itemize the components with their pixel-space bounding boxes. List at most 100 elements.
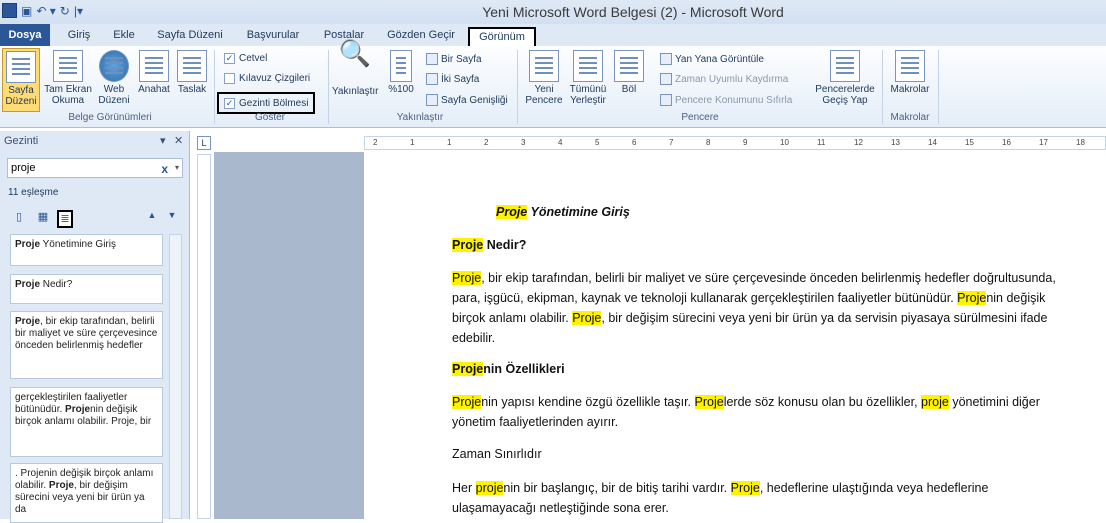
search-highlight: proje	[921, 395, 949, 409]
reset-position-icon	[660, 94, 672, 106]
doc-paragraph-2: Projenin yapısı kendine özgü özellikle t…	[452, 392, 1062, 432]
yeni-pencere-button[interactable]: Yeni Pencere	[522, 48, 566, 106]
ruler-tick-label: 3	[521, 138, 526, 147]
ruler-tick-label: 6	[632, 138, 637, 147]
ruler-tick-label: 18	[1076, 138, 1085, 147]
zoom-button[interactable]: 🔍 Yakınlaştır	[332, 38, 379, 97]
sayfa-duzeni-view-button[interactable]: Sayfa Düzeni	[2, 48, 40, 112]
pencere-konumu-button[interactable]: Pencere Konumunu Sıfırla	[660, 94, 792, 106]
pencerelerde-gecis-button[interactable]: Pencerelerde Geçiş Yap	[812, 48, 878, 106]
search-input[interactable]: proje x ▾	[7, 158, 183, 178]
match-count: 11 eşleşme	[8, 187, 59, 198]
group-label-makrolar: Makrolar	[890, 112, 930, 123]
ruler-tick-label: 8	[706, 138, 711, 147]
ruler-tick-label: 4	[558, 138, 563, 147]
doc-title: Proje Yönetimine Giriş	[496, 205, 630, 219]
horizontal-ruler[interactable]: 2 1 1 2 3 4 5 6 7 8 9 10 11 12 13 14 15 16 17 18	[364, 136, 1106, 150]
draft-icon	[177, 50, 207, 82]
arrange-all-icon	[573, 50, 603, 82]
macros-icon	[895, 50, 925, 82]
text-run: nin yapısı kendine özgü özellikle taşır.	[481, 395, 695, 409]
results-tab-icon[interactable]: ≣	[57, 210, 73, 228]
switch-windows-icon	[830, 50, 860, 82]
chevron-down-icon[interactable]: ▾	[175, 159, 179, 177]
zoom-100-button[interactable]: %100	[384, 48, 418, 95]
tab-gozden-gecir[interactable]: Gözden Geçir	[382, 27, 460, 46]
check-icon: ✓	[224, 53, 235, 64]
tab-sayfa-duzeni[interactable]: Sayfa Düzeni	[152, 27, 228, 46]
search-result-item[interactable]: gerçekleştirilen faaliyetler bütünüdür. …	[10, 387, 163, 457]
magnifier-icon: 🔍	[338, 38, 372, 68]
ruler-tick-label: 16	[1002, 138, 1011, 147]
web-duzeni-button[interactable]: Web Düzeni	[96, 48, 132, 106]
navigation-pane: Gezinti ▾ ✕ proje x ▾ 11 eşleşme ▯ ▦ ≣ ▲…	[0, 131, 190, 523]
group-label-belge: Belge Görünümleri	[68, 112, 152, 123]
tab-giris[interactable]: Giriş	[60, 27, 98, 46]
taslak-button[interactable]: Taslak	[176, 48, 208, 95]
two-pages-icon	[426, 73, 438, 85]
text-run: nin bir başlangıç, bir de bitiş tarihi v…	[503, 481, 731, 495]
cetvel-checkbox[interactable]: ✓ Cetvel	[224, 53, 267, 64]
gezinti-bolmesi-checkbox[interactable]: ✓ Gezinti Bölmesi	[217, 92, 316, 114]
document-page[interactable]: Proje Yönetimine Giriş Proje Nedir? Proj…	[364, 152, 1106, 519]
nav-options-icon[interactable]: ▾	[160, 134, 166, 147]
tumunu-yerlestir-button[interactable]: Tümünü Yerleştir	[566, 48, 610, 106]
tab-gorunum[interactable]: Görünüm	[468, 27, 536, 47]
bol-button[interactable]: Böl	[612, 48, 646, 95]
tam-ekran-okuma-button[interactable]: Tam Ekran Okuma	[43, 48, 93, 106]
tab-basvurular[interactable]: Başvurular	[238, 27, 308, 46]
doc-paragraph-3: Zaman Sınırlıdır	[452, 447, 542, 461]
divider	[938, 50, 939, 124]
doc-heading-1: Proje Nedir?	[452, 238, 527, 252]
close-icon[interactable]: ✕	[174, 134, 183, 147]
kilavuz-checkbox[interactable]: Kılavuz Çizgileri	[224, 73, 310, 84]
doc-paragraph-1: Proje, bir ekip tarafından, belirli bir …	[452, 268, 1062, 348]
search-highlight: proje	[475, 481, 504, 495]
title-bar: W ▣ ↶ ▾ ↻ |▾ Yeni Microsoft Word Belgesi…	[0, 0, 1106, 24]
window-title: Yeni Microsoft Word Belgesi (2) - Micros…	[482, 4, 784, 20]
one-page-icon	[426, 53, 438, 65]
nav-results-scrollbar[interactable]	[169, 234, 182, 519]
search-result-item[interactable]: . Projenin değişik birçok anlamı olabili…	[10, 463, 163, 523]
headings-tab-icon[interactable]: ▯	[11, 210, 27, 228]
group-label-yakinlastir: Yakınlaştır	[396, 112, 444, 123]
makrolar-button[interactable]: Makrolar	[886, 48, 934, 95]
page-layout-icon	[6, 51, 36, 83]
sayfa-genisligi-button[interactable]: Sayfa Genişliği	[426, 94, 508, 106]
bir-sayfa-button[interactable]: Bir Sayfa	[426, 53, 482, 65]
doc-heading-2: Projenin Özellikleri	[452, 362, 565, 376]
previous-result-icon[interactable]: ▲	[144, 210, 160, 228]
ruler-tick-label: 1	[447, 138, 452, 147]
tab-ekle[interactable]: Ekle	[106, 27, 142, 46]
tab-selector-icon[interactable]: L	[197, 136, 211, 150]
search-result-item[interactable]: Proje Nedir?	[10, 274, 163, 304]
text-run: Her	[452, 481, 476, 495]
divider	[882, 50, 883, 124]
anahat-button[interactable]: Anahat	[135, 48, 173, 95]
pages-tab-icon[interactable]: ▦	[35, 210, 51, 228]
vertical-ruler[interactable]	[197, 154, 211, 519]
next-result-icon[interactable]: ▼	[164, 210, 180, 228]
search-highlight: Proje	[572, 311, 602, 325]
search-result-item[interactable]: Proje, bir ekip tarafından, belirli bir …	[10, 311, 163, 379]
ruler-tick-label: 17	[1039, 138, 1048, 147]
zaman-uyumlu-button[interactable]: Zaman Uyumlu Kaydırma	[660, 73, 788, 85]
ruler-tick-label: 9	[743, 138, 748, 147]
nav-pane-title: Gezinti	[4, 135, 39, 147]
page-width-icon	[426, 94, 438, 106]
search-highlight: Proje	[957, 291, 987, 305]
document-area: Proje Yönetimine Giriş Proje Nedir? Proj…	[214, 152, 1106, 519]
check-icon: ✓	[224, 97, 235, 109]
yan-yana-button[interactable]: Yan Yana Görüntüle	[660, 53, 764, 65]
ruler-tick-label: 2	[373, 138, 378, 147]
checkbox-box	[224, 73, 235, 84]
full-screen-reading-icon	[53, 50, 83, 82]
iki-sayfa-button[interactable]: İki Sayfa	[426, 73, 479, 85]
ruler-tick-label: 13	[891, 138, 900, 147]
divider	[214, 50, 215, 124]
ribbon-tabs: Dosya Giriş Ekle Sayfa Düzeni Başvurular…	[0, 24, 1106, 47]
search-result-item[interactable]: Proje Yönetimine Giriş	[10, 234, 163, 266]
clear-search-icon[interactable]: x	[161, 160, 168, 178]
tab-dosya[interactable]: Dosya	[0, 24, 50, 46]
new-window-icon	[529, 50, 559, 82]
